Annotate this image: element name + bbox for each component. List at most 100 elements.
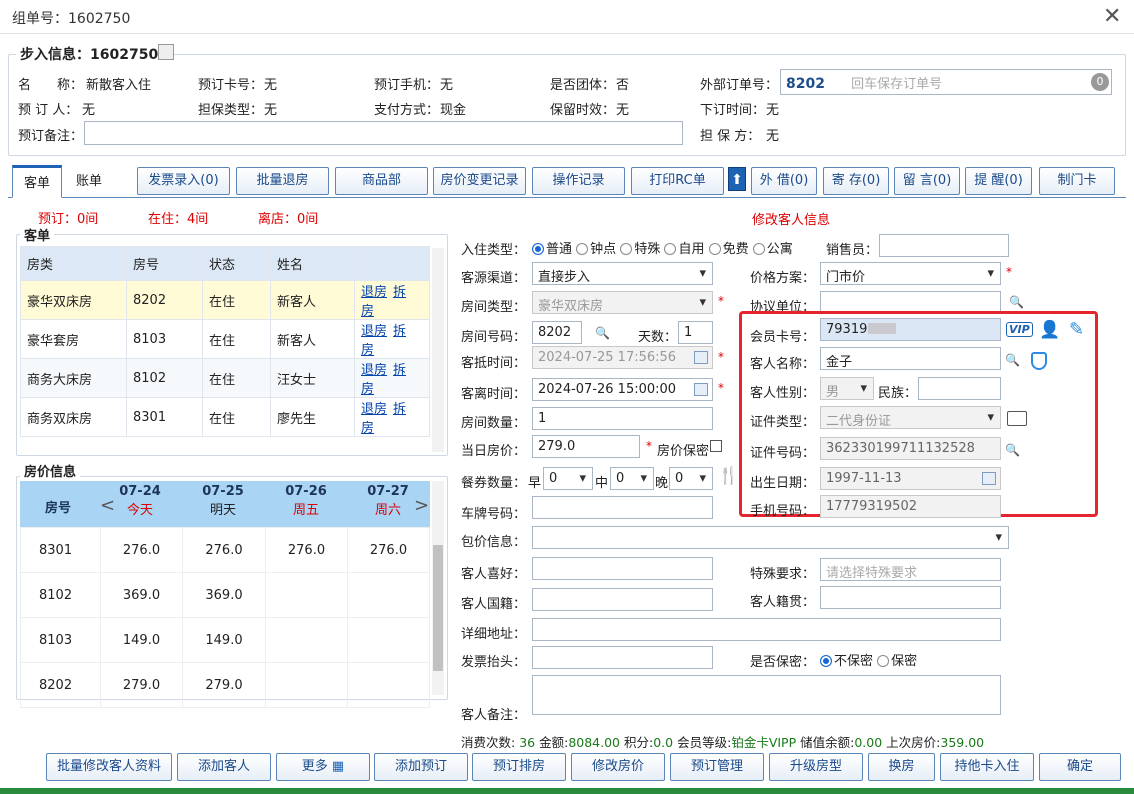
nationality-input[interactable] bbox=[532, 588, 713, 611]
meal-breakfast-select[interactable]: 0 bbox=[543, 467, 593, 490]
confirm-button[interactable]: 确定 bbox=[1039, 753, 1121, 781]
checkout-link[interactable]: 退房 bbox=[361, 363, 387, 378]
birth-input[interactable]: 1997-11-13 bbox=[820, 467, 1001, 490]
table-row[interactable]: 豪华双床房 8202 在住 新客人 退房 拆房 bbox=[20, 280, 430, 320]
prev-dates-icon[interactable]: < bbox=[100, 495, 115, 516]
special-input[interactable]: 请选择特殊要求 bbox=[820, 558, 1001, 581]
tab-bill[interactable]: 账单 bbox=[64, 166, 114, 198]
member-input[interactable]: 79319 bbox=[820, 318, 1001, 341]
id-search-icon[interactable]: 🔍 bbox=[1005, 443, 1020, 457]
hobby-input[interactable] bbox=[532, 557, 713, 580]
batch-checkout-button[interactable]: 批量退房 bbox=[236, 167, 329, 195]
sales-input[interactable] bbox=[879, 234, 1009, 257]
id-type-select[interactable]: 二代身份证 bbox=[820, 406, 1001, 429]
room-no-label: 房间号码： bbox=[461, 330, 527, 345]
arrive-input[interactable]: 2024-07-25 17:56:56 bbox=[532, 346, 713, 369]
print-rc-button[interactable]: 打印RC单 bbox=[631, 167, 724, 195]
add-reservation-button[interactable]: 添加预订 bbox=[374, 753, 468, 781]
add-guest-button[interactable]: 添加客人 bbox=[177, 753, 271, 781]
invoice-input[interactable] bbox=[532, 646, 713, 669]
other-card-checkin-button[interactable]: 持他卡入住 bbox=[940, 753, 1034, 781]
lend-button[interactable]: 外 借(0) bbox=[751, 167, 817, 195]
calendar-icon[interactable] bbox=[694, 383, 708, 396]
change-room-button[interactable]: 换房 bbox=[868, 753, 935, 781]
source-select[interactable]: 直接步入 bbox=[532, 262, 713, 285]
meal-dinner-select[interactable]: 0 bbox=[669, 467, 713, 490]
native-input[interactable] bbox=[820, 586, 1001, 609]
reservation-manage-button[interactable]: 预订管理 bbox=[670, 753, 764, 781]
checkin-type-apt-radio[interactable] bbox=[752, 243, 765, 255]
guest-search-icon[interactable]: 🔍 bbox=[1005, 353, 1020, 367]
meal-icon[interactable]: 🍴 bbox=[718, 466, 739, 486]
day-price-input[interactable]: 279.0 bbox=[532, 435, 640, 458]
gender-select[interactable]: 男 bbox=[820, 377, 874, 400]
reminder-button[interactable]: 提 醒(0) bbox=[965, 167, 1032, 195]
guest-list-scrollbar[interactable] bbox=[432, 248, 444, 452]
address-input[interactable] bbox=[532, 618, 1001, 641]
checkin-type-normal-radio[interactable] bbox=[532, 243, 544, 255]
more-button[interactable]: 更多 ▦ bbox=[276, 753, 370, 781]
upgrade-room-button[interactable]: 升级房型 bbox=[769, 753, 863, 781]
table-row[interactable]: 商务大床房 8102 在住 汪女士 退房 拆房 bbox=[20, 358, 430, 398]
add-member-icon[interactable]: 👤 bbox=[1039, 320, 1060, 340]
price-secret-checkbox[interactable] bbox=[710, 440, 722, 452]
edit-icon[interactable]: ✎ bbox=[1069, 319, 1084, 340]
reservation-assign-button[interactable]: 预订排房 bbox=[472, 753, 566, 781]
operation-log-button[interactable]: 操作记录 bbox=[532, 167, 625, 195]
secret-group[interactable]: 不保密 保密 bbox=[820, 650, 917, 669]
price-change-log-button[interactable]: 房价变更记录 bbox=[433, 167, 526, 195]
copy-icon[interactable] bbox=[158, 44, 174, 60]
table-row[interactable]: 豪华套房 8103 在住 新客人 退房 拆房 bbox=[20, 319, 430, 359]
shield-icon[interactable] bbox=[1031, 352, 1047, 370]
room-type-select[interactable]: 豪华双床房 bbox=[532, 291, 713, 314]
change-price-button[interactable]: 修改房价 bbox=[571, 753, 665, 781]
vip-icon[interactable]: VIP bbox=[1006, 322, 1033, 337]
upload-arrow-icon[interactable]: ⬆ bbox=[728, 167, 746, 191]
checkout-link[interactable]: 退房 bbox=[361, 402, 387, 417]
checkin-type-special-radio[interactable] bbox=[620, 243, 633, 255]
room-no-input[interactable]: 8202 bbox=[532, 321, 582, 344]
checkin-type-hourly-radio[interactable] bbox=[576, 243, 589, 255]
id-scan-icon[interactable] bbox=[1007, 411, 1027, 426]
meal-lunch-select[interactable]: 0 bbox=[610, 467, 654, 490]
make-card-button[interactable]: 制门卡 bbox=[1039, 167, 1115, 195]
checkout-link[interactable]: 退房 bbox=[361, 324, 387, 339]
package-select[interactable] bbox=[532, 526, 1009, 549]
checkin-type-free-radio[interactable] bbox=[708, 243, 721, 255]
days-input[interactable]: 1 bbox=[678, 321, 713, 344]
close-icon[interactable]: ✕ bbox=[1103, 4, 1121, 29]
guest-remark-textarea[interactable] bbox=[532, 675, 1001, 715]
mobile-input[interactable]: 17779319502 bbox=[820, 495, 1001, 518]
room-count-input[interactable]: 1 bbox=[532, 407, 713, 430]
next-dates-icon[interactable]: > bbox=[414, 495, 429, 516]
calendar-icon[interactable] bbox=[982, 472, 996, 485]
ext-order-input[interactable]: 8202 回车保存订单号 bbox=[780, 69, 1112, 95]
secret-yes-radio[interactable] bbox=[877, 655, 890, 667]
visit-count: 36 bbox=[519, 735, 536, 750]
room-search-icon[interactable]: 🔍 bbox=[595, 326, 610, 340]
secret-no-radio[interactable] bbox=[820, 655, 832, 667]
checkin-type-group[interactable]: 普通 钟点 特殊 自用 免费 公寓 bbox=[532, 238, 793, 257]
deposit-button[interactable]: 寄 存(0) bbox=[823, 167, 889, 195]
nation-input[interactable] bbox=[918, 377, 1001, 400]
room-type-label: 房间类型： bbox=[461, 300, 527, 315]
plate-input[interactable] bbox=[532, 496, 713, 519]
calendar-icon[interactable] bbox=[694, 351, 708, 364]
message-button[interactable]: 留 言(0) bbox=[894, 167, 960, 195]
goods-button[interactable]: 商品部 bbox=[335, 167, 428, 195]
tab-guest[interactable]: 客单 bbox=[12, 165, 62, 198]
depart-input[interactable]: 2024-07-26 15:00:00 bbox=[532, 378, 713, 401]
invoice-entry-button[interactable]: 发票录入(0) bbox=[137, 167, 230, 195]
price-plan-select[interactable]: 门市价 bbox=[820, 262, 1001, 285]
checkout-link[interactable]: 退房 bbox=[361, 285, 387, 300]
id-no-input[interactable]: 362330199711132528 bbox=[820, 437, 1001, 460]
remark-input[interactable] bbox=[84, 121, 683, 145]
agreement-search-icon[interactable]: 🔍 bbox=[1009, 295, 1024, 309]
ext-order-badge: 0 bbox=[1091, 73, 1109, 91]
price-scrollbar[interactable] bbox=[432, 481, 444, 695]
table-row[interactable]: 商务双床房 8301 在住 廖先生 退房 拆房 bbox=[20, 397, 430, 437]
batch-edit-guest-button[interactable]: 批量修改客人资料 bbox=[46, 753, 172, 781]
checkin-type-self-radio[interactable] bbox=[664, 243, 677, 255]
guest-name-input[interactable]: 金子 bbox=[820, 347, 1001, 370]
guarantee-type-value: 无 bbox=[264, 103, 278, 118]
